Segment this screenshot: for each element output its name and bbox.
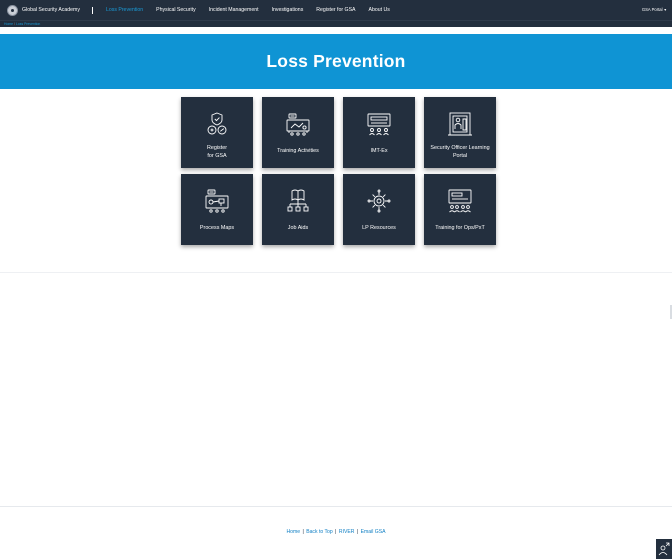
tile-register-for-gsa[interactable]: Register for GSA xyxy=(181,97,253,168)
footer-links: Home | Back to Top | RIVER | Email GSA xyxy=(0,529,672,535)
breadcrumb: Home/Loss Prevention xyxy=(0,20,672,27)
footer-link-email[interactable]: Email GSA xyxy=(361,529,386,535)
tile-training-activities[interactable]: Training Activities xyxy=(262,97,334,168)
tile-lp-resources[interactable]: LP Resources xyxy=(343,174,415,245)
tile-label: LP Resources xyxy=(362,225,396,231)
tile-label: Job Aids xyxy=(287,225,309,231)
footer-link-river[interactable]: RIVER xyxy=(339,529,355,535)
tile-imt-ex[interactable]: IMT-Ex xyxy=(343,97,415,168)
nav-link-about-us[interactable]: About Us xyxy=(369,7,390,13)
nav-separator xyxy=(91,6,93,14)
nav-link-loss-prevention[interactable]: Loss Prevention xyxy=(106,7,143,13)
tile-process-maps[interactable]: Process Maps xyxy=(181,174,253,245)
tile-label: Security Officer Learning Portal xyxy=(430,145,490,159)
content-divider xyxy=(0,272,672,273)
footer-link-back-to-top[interactable]: Back to Top xyxy=(306,529,333,535)
tile-label: Training for Ops/PxT xyxy=(435,225,485,231)
nav-link-register[interactable]: Register for GSA xyxy=(316,7,355,13)
tile-label: Training Activities xyxy=(277,148,319,154)
tile-training-for-ops-pxt[interactable]: Training for Ops/PxT xyxy=(424,174,496,245)
portal-label: GSA Portal xyxy=(641,7,663,12)
gear-network-icon xyxy=(367,189,391,213)
footer-divider xyxy=(0,506,672,507)
support-person-icon xyxy=(658,542,670,556)
academy-logo-icon xyxy=(7,4,18,16)
breadcrumb-separator: / xyxy=(14,22,15,26)
officer-door-icon xyxy=(448,112,472,136)
help-widget[interactable] xyxy=(656,539,672,559)
footer-link-home[interactable]: Home xyxy=(286,529,300,535)
screen-audience-icon xyxy=(448,189,472,213)
hierarchy-book-icon xyxy=(287,189,309,212)
nav-link-physical-security[interactable]: Physical Security xyxy=(156,7,196,13)
footer-separator: | xyxy=(355,529,360,535)
nav-links: Loss Prevention Physical Security Incide… xyxy=(106,0,403,20)
breadcrumb-home[interactable]: Home xyxy=(4,22,13,26)
caret-down-icon: ▼ xyxy=(663,8,667,12)
tile-label: IMT-Ex xyxy=(370,148,388,154)
process-map-icon xyxy=(205,189,229,213)
footer-separator: | xyxy=(301,529,306,535)
nav-link-incident-management[interactable]: Incident Management xyxy=(209,7,259,13)
presentation-audience-icon xyxy=(367,113,391,136)
top-navigation: Global Security Academy Loss Prevention … xyxy=(0,0,672,20)
brand-name: Global Security Academy xyxy=(22,7,80,13)
portal-menu[interactable]: GSA Portal▼ xyxy=(642,7,667,12)
tile-label: Register for GSA xyxy=(206,145,228,159)
footer-separator: | xyxy=(333,529,338,535)
nav-link-investigations[interactable]: Investigations xyxy=(272,7,304,13)
page-title: Loss Prevention xyxy=(266,51,406,71)
tile-label: Process Maps xyxy=(199,225,235,231)
badge-icon xyxy=(207,112,227,135)
tile-grid: Register for GSA Training Activities IMT… xyxy=(181,97,497,245)
training-board-icon xyxy=(286,113,310,136)
tile-security-officer-learning-portal[interactable]: Security Officer Learning Portal xyxy=(424,97,496,168)
hero-banner: Loss Prevention xyxy=(0,34,672,89)
brand[interactable]: Global Security Academy xyxy=(0,0,80,20)
tile-job-aids[interactable]: Job Aids xyxy=(262,174,334,245)
breadcrumb-current: Loss Prevention xyxy=(16,22,41,26)
